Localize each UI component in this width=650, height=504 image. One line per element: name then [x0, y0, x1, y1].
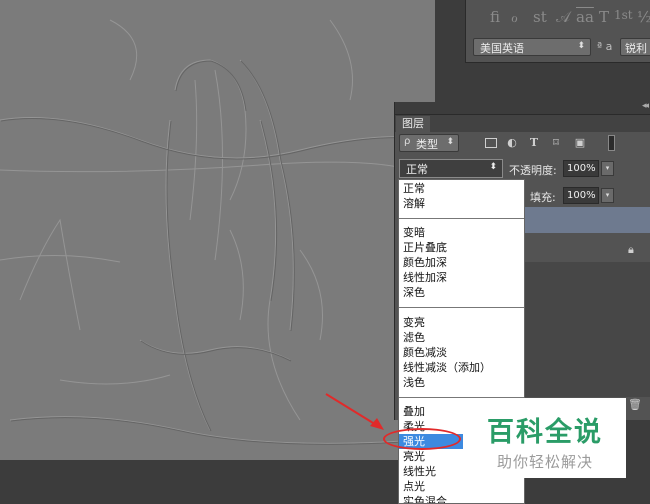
language-select[interactable]: 美国英语 ⬍: [473, 38, 591, 56]
fractions-icon[interactable]: ½: [637, 8, 650, 26]
stylistic-alternates-icon[interactable]: st: [533, 8, 547, 26]
opacity-dropdown-icon[interactable]: ▾: [601, 161, 614, 176]
opacity-field[interactable]: 100%: [563, 160, 599, 177]
fill-label: 填充:: [530, 191, 556, 204]
menu-separator: [399, 307, 524, 308]
fill-dropdown-icon[interactable]: ▾: [601, 188, 614, 203]
panel-tabbar: 图层: [395, 115, 650, 132]
menu-separator: [399, 218, 524, 219]
tab-layers[interactable]: 图层: [396, 116, 430, 132]
menu-item-screen[interactable]: 滤色: [399, 330, 524, 345]
watermark-brand: 百科全说: [487, 417, 603, 448]
search-icon: ρ: [404, 136, 411, 147]
trash-icon[interactable]: 🗑︎: [628, 398, 642, 411]
discretionary-ligature-icon[interactable]: aa: [576, 8, 594, 26]
lock-icon: 🔒︎: [628, 243, 634, 256]
menu-item-color-dodge[interactable]: 颜色减淡: [399, 345, 524, 360]
menu-item-color-burn[interactable]: 颜色加深: [399, 255, 524, 270]
menu-item-normal[interactable]: 正常: [399, 181, 524, 196]
menu-item-dissolve[interactable]: 溶解: [399, 196, 524, 211]
menu-item-lighten[interactable]: 变亮: [399, 315, 524, 330]
antialias-value: 锐利: [625, 42, 647, 55]
smart-object-icon[interactable]: ▣: [573, 136, 587, 150]
updown-arrow-icon: ⬍: [577, 41, 585, 51]
shape-icon[interactable]: ⌑: [549, 136, 563, 150]
menu-item-multiply[interactable]: 正片叠底: [399, 240, 524, 255]
menu-item-linear-burn[interactable]: 线性加深: [399, 270, 524, 285]
opentype-style-buttons: fi ℴ st 𝒜 aa T 1st ½: [466, 0, 650, 33]
image-icon[interactable]: [485, 138, 497, 148]
ligature-icon[interactable]: fi: [490, 8, 500, 26]
swash-icon[interactable]: 𝒜: [556, 8, 570, 26]
layers-list-area: [525, 262, 650, 397]
layer-filter-select[interactable]: ρ 类型 ⬍: [399, 134, 459, 152]
text-icon[interactable]: T: [527, 136, 541, 150]
menu-item-linear-dodge[interactable]: 线性减淡（添加）: [399, 360, 524, 375]
blend-mode-value: 正常: [406, 163, 428, 176]
character-panel: fi ℴ st 𝒜 aa T 1st ½ 美国英语 ⬍ ª a 锐利: [465, 0, 650, 63]
updown-arrow-icon: ⬍: [489, 162, 497, 172]
menu-item-lighter-color[interactable]: 浅色: [399, 375, 524, 390]
titling-icon[interactable]: T: [599, 8, 609, 26]
menu-item-pin-light[interactable]: 点光: [399, 479, 524, 494]
filter-toggle[interactable]: [608, 135, 615, 151]
menu-item-darken[interactable]: 变暗: [399, 225, 524, 240]
watermark: 百科全说 助你轻松解决: [464, 398, 626, 478]
annotation-arrow: [325, 393, 384, 430]
layer-row-selected[interactable]: [525, 207, 650, 233]
blend-mode-select[interactable]: 正常 ⬍: [399, 159, 503, 178]
panel-header: ◂◂: [395, 101, 650, 115]
collapse-icon[interactable]: ◂◂: [642, 101, 649, 111]
antialias-select[interactable]: 锐利: [620, 38, 650, 56]
annotation-circle: [383, 428, 461, 450]
watermark-slogan: 助你轻松解决: [496, 453, 593, 471]
language-value: 美国英语: [480, 42, 524, 55]
updown-arrow-icon: ⬍: [446, 137, 454, 147]
menu-item-hard-mix[interactable]: 实色混合: [399, 494, 524, 503]
old-style-icon[interactable]: ℴ: [511, 8, 518, 26]
opacity-label: 不透明度:: [509, 164, 557, 177]
menu-item-darker-color[interactable]: 深色: [399, 285, 524, 300]
antialias-icon: ª a: [597, 40, 613, 53]
fill-field[interactable]: 100%: [563, 187, 599, 204]
filter-type-value: 类型: [416, 138, 438, 151]
ordinals-icon[interactable]: 1st: [614, 8, 633, 22]
adjustment-icon[interactable]: ◐: [505, 136, 519, 150]
